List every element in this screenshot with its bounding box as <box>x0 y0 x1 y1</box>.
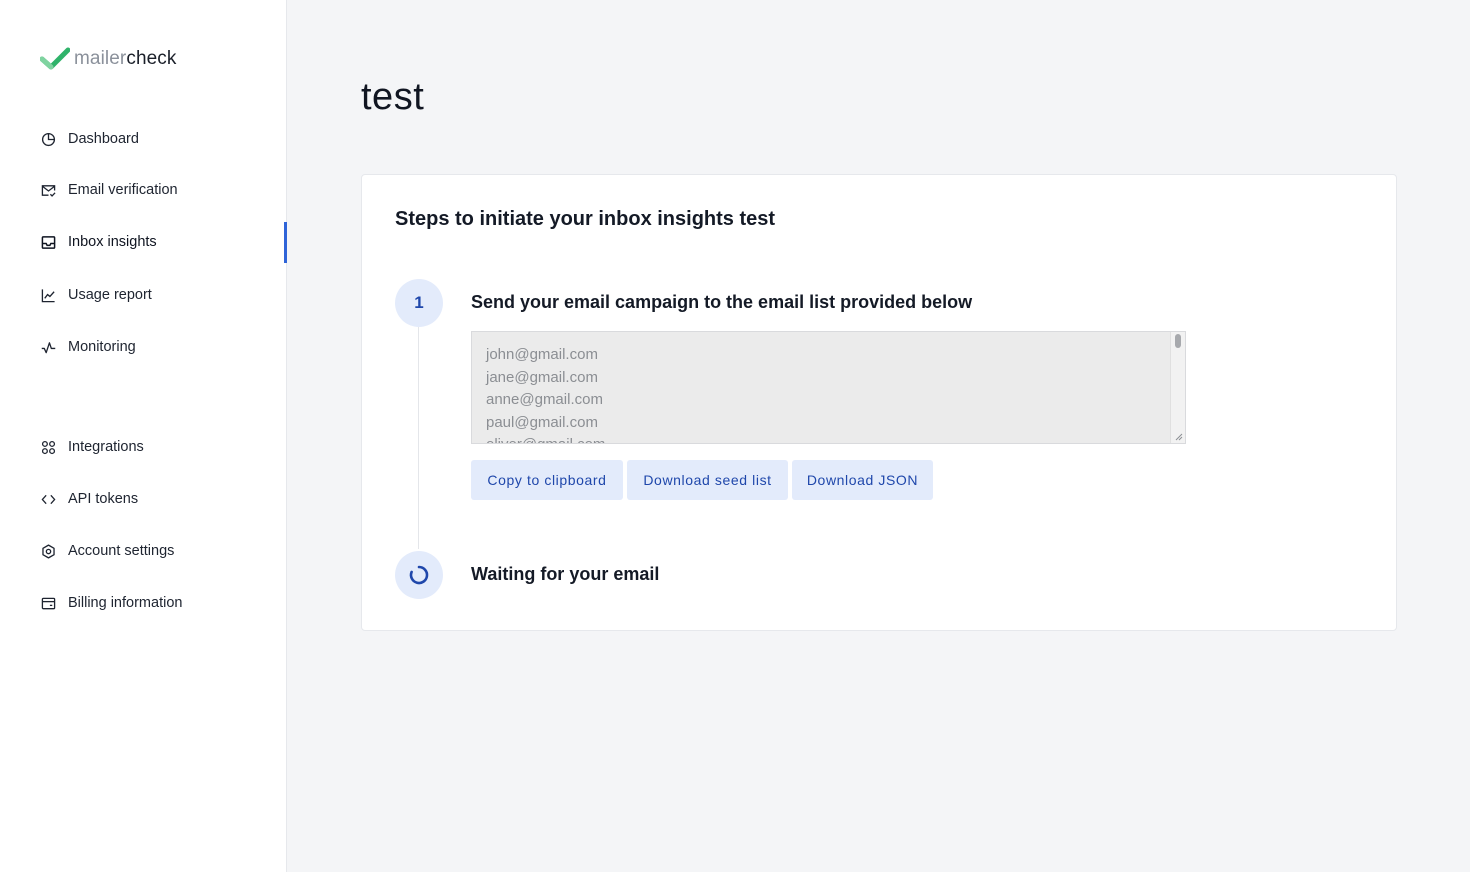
sidebar-item-label: API tokens <box>68 491 139 507</box>
sidebar-item-api-tokens[interactable]: API tokens <box>40 487 280 511</box>
active-indicator <box>284 222 287 263</box>
grid-icon <box>40 439 56 455</box>
sidebar-item-label: Dashboard <box>68 131 139 147</box>
sidebar-item-usage-report[interactable]: Usage report <box>40 283 280 307</box>
sidebar-item-label: Inbox insights <box>68 234 157 250</box>
step-2-badge <box>395 551 443 599</box>
sidebar-item-billing-information[interactable]: Billing information <box>40 591 280 615</box>
sidebar-item-monitoring[interactable]: Monitoring <box>40 335 280 359</box>
step-1-badge: 1 <box>395 279 443 327</box>
sidebar-item-label: Billing information <box>68 595 183 611</box>
step-1-title: Send your email campaign to the email li… <box>471 292 973 312</box>
steps-card: Steps to initiate your inbox insights te… <box>361 174 1397 631</box>
seed-list-textarea[interactable]: john@gmail.com jane@gmail.com anne@gmail… <box>471 331 1186 444</box>
loading-spinner-icon <box>409 565 429 585</box>
logo-text: mailercheck <box>74 48 176 70</box>
page-title: test <box>361 76 425 118</box>
sidebar-item-label: Monitoring <box>68 339 136 355</box>
seed-email: paul@gmail.com <box>486 413 598 431</box>
sidebar-item-label: Usage report <box>68 287 152 303</box>
sidebar-item-label: Email verification <box>68 182 178 198</box>
sidebar-item-dashboard[interactable]: Dashboard <box>40 127 280 151</box>
logo-text-dark: check <box>126 48 177 69</box>
pie-chart-icon <box>40 131 56 147</box>
seed-list-emails: john@gmail.com jane@gmail.com anne@gmail… <box>486 344 605 443</box>
mail-check-icon <box>40 182 56 198</box>
step-2-title: Waiting for your email <box>471 564 660 584</box>
copy-to-clipboard-button[interactable]: Copy to clipboard <box>471 460 623 500</box>
app-window: mailercheck Dashboard Email verification… <box>0 0 1470 872</box>
seed-email: oliver@gmail.com <box>486 434 605 443</box>
seed-email: anne@gmail.com <box>486 391 603 408</box>
sidebar: mailercheck Dashboard Email verification… <box>0 0 287 872</box>
step-1-number: 1 <box>414 293 424 312</box>
step-connector-line <box>418 327 419 549</box>
activity-icon <box>40 339 56 355</box>
sidebar-item-label: Integrations <box>68 439 144 455</box>
sidebar-item-inbox-insights[interactable]: Inbox insights <box>40 230 280 254</box>
resize-handle-icon[interactable] <box>1175 433 1183 441</box>
sidebar-item-integrations[interactable]: Integrations <box>40 435 280 459</box>
sidebar-item-email-verification[interactable]: Email verification <box>40 178 280 202</box>
seed-list-scrollbar[interactable] <box>1170 332 1185 443</box>
sidebar-item-account-settings[interactable]: Account settings <box>40 539 280 563</box>
inbox-icon <box>40 234 56 250</box>
sidebar-item-label: Account settings <box>68 543 175 559</box>
card-title: Steps to initiate your inbox insights te… <box>395 208 776 230</box>
credit-card-icon <box>40 595 56 611</box>
check-logo-icon <box>40 47 70 70</box>
gear-icon <box>40 543 56 559</box>
download-seed-list-button[interactable]: Download seed list <box>627 460 788 500</box>
line-chart-icon <box>40 287 56 303</box>
logo[interactable]: mailercheck <box>40 46 176 72</box>
seed-email: jane@gmail.com <box>486 368 598 386</box>
logo-text-light: mailer <box>74 48 127 69</box>
seed-list-scroll-thumb[interactable] <box>1175 334 1181 348</box>
seed-email: john@gmail.com <box>486 346 598 363</box>
code-icon <box>40 491 56 507</box>
download-json-button[interactable]: Download JSON <box>792 460 933 500</box>
